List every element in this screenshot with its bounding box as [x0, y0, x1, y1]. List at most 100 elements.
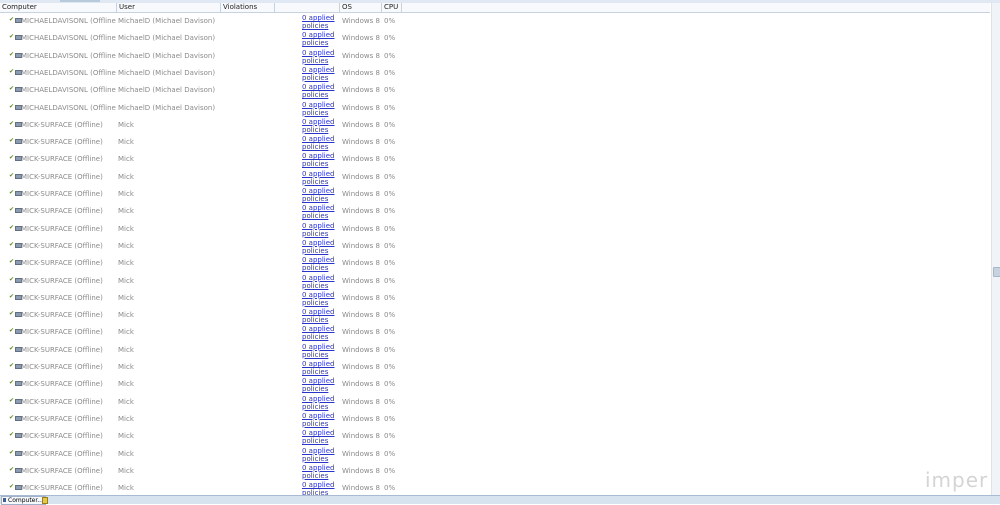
table-row[interactable]: ✔ MICK-SURFACE (Offline) Mick 0 applied pol… — [0, 221, 990, 238]
applied-policies-link[interactable]: 0 applied policies — [302, 464, 340, 480]
check-icon: ✔ — [9, 258, 15, 266]
applied-policies-link[interactable]: 0 applied policies — [302, 66, 340, 82]
column-header-computer[interactable]: Computer — [0, 3, 117, 12]
column-header-cpu[interactable]: CPU — [382, 3, 402, 12]
row-status-icons: ✔ — [9, 86, 22, 94]
table-row[interactable]: ✔ MICHAELDAVISONL (Offline) MichaelD (Mich… — [0, 30, 990, 47]
table-row[interactable]: ✔ MICK-SURFACE (Offline) Mick 0 applied pol… — [0, 411, 990, 428]
applied-policies-link[interactable]: 0 applied policies — [302, 447, 340, 463]
column-header-policies[interactable] — [275, 3, 340, 12]
applied-policies-link[interactable]: 0 applied policies — [302, 49, 340, 65]
cell-cpu: 0% — [384, 363, 396, 371]
table-row[interactable]: ✔ MICK-SURFACE (Offline) Mick 0 applied pol… — [0, 255, 990, 272]
scrollbar-thumb[interactable] — [993, 267, 1000, 277]
applied-policies-link[interactable]: 0 applied policies — [302, 360, 340, 376]
check-icon: ✔ — [9, 102, 15, 110]
table-row[interactable]: ✔ MICK-SURFACE (Offline) Mick 0 applied pol… — [0, 203, 990, 220]
cell-computer: MICHAELDAVISONL (Offline) — [21, 34, 116, 43]
table-row[interactable]: ✔ MICK-SURFACE (Offline) Mick 0 applied pol… — [0, 151, 990, 168]
applied-policies-link[interactable]: 0 applied policies — [302, 222, 340, 238]
applied-policies-link[interactable]: 0 applied policies — [302, 118, 340, 134]
applied-policies-link[interactable]: 0 applied policies — [302, 412, 340, 428]
check-icon: ✔ — [9, 16, 15, 23]
table-row[interactable]: ✔ MICK-SURFACE (Offline) Mick 0 applied pol… — [0, 359, 990, 376]
table-row[interactable]: ✔ MICK-SURFACE (Offline) Mick 0 applied pol… — [0, 186, 990, 203]
table-row[interactable]: ✔ MICHAELDAVISONL (Offline) MichaelD (Mich… — [0, 65, 990, 82]
cell-os: Windows 8 — [342, 311, 380, 320]
row-status-icons: ✔ — [9, 207, 22, 215]
row-status-icons: ✔ — [9, 120, 22, 129]
applied-policies-link[interactable]: 0 applied policies — [302, 31, 340, 47]
cell-computer: MICK-SURFACE (Offline) — [21, 328, 103, 337]
cell-cpu: 0% — [384, 293, 396, 302]
applied-policies-link[interactable]: 0 applied policies — [302, 187, 340, 203]
applied-policies-link[interactable]: 0 applied policies — [302, 239, 340, 255]
applied-policies-link[interactable]: 0 applied policies — [302, 83, 340, 99]
cell-os: Windows 8 — [342, 328, 380, 337]
table-row[interactable]: ✔ MICK-SURFACE (Offline) Mick 0 applied pol… — [0, 290, 990, 307]
watermark-text: imper — [925, 468, 989, 492]
row-status-icons: ✔ — [9, 16, 22, 25]
applied-policies-link[interactable]: 0 applied policies — [302, 481, 340, 495]
applied-policies-link[interactable]: 0 applied policies — [302, 429, 340, 445]
applied-policies-link[interactable]: 0 applied policies — [302, 325, 340, 341]
table-row[interactable]: ✔ MICK-SURFACE (Offline) Mick 0 applied pol… — [0, 446, 990, 463]
check-icon: ✔ — [9, 448, 15, 456]
row-status-icons: ✔ — [9, 172, 22, 181]
table-row[interactable]: ✔ MICK-SURFACE (Offline) Mick 0 applied pol… — [0, 238, 990, 255]
applied-policies-link[interactable]: 0 applied policies — [302, 256, 340, 272]
table-row[interactable]: ✔ MICK-SURFACE (Offline) Mick 0 applied pol… — [0, 463, 990, 480]
table-row[interactable]: ✔ MICHAELDAVISONL (Offline) MichaelD (Mich… — [0, 100, 990, 117]
applied-policies-link[interactable]: 0 applied policies — [302, 308, 340, 324]
applied-policies-link[interactable]: 0 applied policies — [302, 274, 340, 290]
table-row[interactable]: ✔ MICHAELDAVISONL (Offline) MichaelD (Mich… — [0, 48, 990, 65]
table-row[interactable]: ✔ MICK-SURFACE (Offline) Mick 0 applied pol… — [0, 376, 990, 393]
row-status-icons: ✔ — [9, 310, 22, 319]
cell-os: Windows 8 — [342, 224, 380, 233]
table-row[interactable]: ✔ MICK-SURFACE (Offline) Mick 0 applied pol… — [0, 134, 990, 151]
table-row[interactable]: ✔ MICHAELDAVISONL (Offline) MichaelD (Mich… — [0, 13, 990, 30]
taskbar-item-computer[interactable]: Computer... — [1, 496, 46, 505]
table-row[interactable]: ✔ MICK-SURFACE (Offline) Mick 0 applied pol… — [0, 480, 990, 495]
applied-policies-link[interactable]: 0 applied policies — [302, 135, 340, 151]
column-header-violations[interactable]: Violations — [221, 3, 275, 12]
cell-os: Windows 8 — [342, 293, 380, 302]
cell-computer: MICK-SURFACE (Offline) — [21, 432, 103, 441]
check-icon: ✔ — [9, 310, 15, 318]
vertical-scrollbar[interactable] — [991, 3, 1000, 495]
table-row[interactable]: ✔ MICK-SURFACE (Offline) Mick 0 applied pol… — [0, 273, 990, 290]
check-icon: ✔ — [9, 67, 15, 75]
cell-os: Windows 8 — [342, 345, 380, 354]
applied-policies-link[interactable]: 0 applied policies — [302, 101, 340, 117]
row-status-icons: ✔ — [9, 241, 22, 250]
table-row[interactable]: ✔ MICK-SURFACE (Offline) Mick 0 applied pol… — [0, 324, 990, 341]
applied-policies-link[interactable]: 0 applied policies — [302, 170, 340, 186]
cell-os: Windows 8 — [342, 172, 380, 181]
applied-policies-link[interactable]: 0 applied policies — [302, 152, 340, 168]
column-header-os[interactable]: OS — [340, 3, 382, 12]
column-header-user[interactable]: User — [117, 3, 221, 12]
applied-policies-link[interactable]: 0 applied policies — [302, 395, 340, 411]
cell-computer: MICK-SURFACE (Offline) — [21, 293, 103, 302]
applied-policies-link[interactable]: 0 applied policies — [302, 291, 340, 307]
table-row[interactable]: ✔ MICK-SURFACE (Offline) Mick 0 applied pol… — [0, 428, 990, 445]
row-status-icons: ✔ — [9, 258, 22, 267]
table-row[interactable]: ✔ MICK-SURFACE (Offline) Mick 0 applied pol… — [0, 117, 990, 134]
cell-cpu: 0% — [384, 17, 396, 25]
cell-computer: MICHAELDAVISONL (Offline) — [21, 51, 116, 60]
table-row[interactable]: ✔ MICK-SURFACE (Offline) Mick 0 applied pol… — [0, 169, 990, 186]
cell-os: Windows 8 — [342, 276, 380, 285]
cell-os: Windows 8 — [342, 363, 380, 371]
table-row[interactable]: ✔ MICK-SURFACE (Offline) Mick 0 applied pol… — [0, 342, 990, 359]
table-row[interactable]: ✔ MICHAELDAVISONL (Offline) MichaelD (Mich… — [0, 82, 990, 99]
cell-os: Windows 8 — [342, 86, 380, 95]
applied-policies-link[interactable]: 0 applied policies — [302, 377, 340, 393]
table-row[interactable]: ✔ MICK-SURFACE (Offline) Mick 0 applied pol… — [0, 394, 990, 411]
cell-computer: MICK-SURFACE (Offline) — [21, 380, 103, 389]
applied-policies-link[interactable]: 0 applied policies — [302, 14, 340, 30]
check-icon: ✔ — [9, 223, 15, 231]
table-row[interactable]: ✔ MICK-SURFACE (Offline) Mick 0 applied pol… — [0, 307, 990, 324]
applied-policies-link[interactable]: 0 applied policies — [302, 343, 340, 359]
applied-policies-link[interactable]: 0 applied policies — [302, 204, 340, 220]
check-icon: ✔ — [9, 275, 15, 283]
